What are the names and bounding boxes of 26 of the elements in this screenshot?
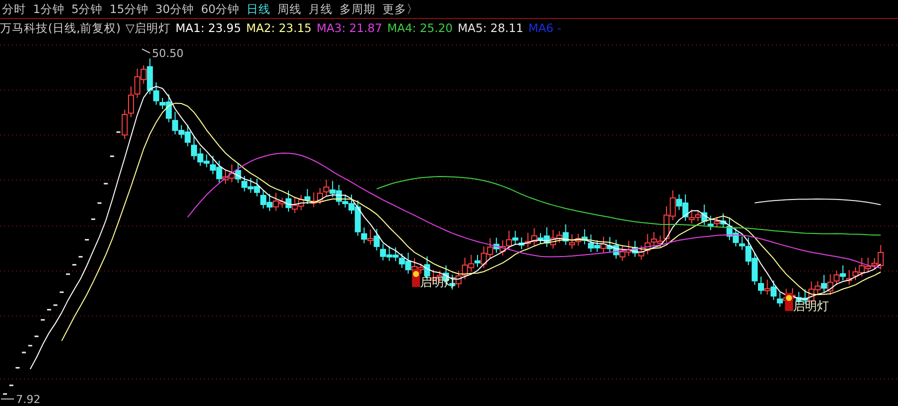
stock-title: 万马科技(日线,前复权) <box>0 20 121 37</box>
leader-line <box>0 398 14 400</box>
period-tab[interactable]: 分时 <box>2 0 31 18</box>
moving-average-reading: MA5: 28.11 <box>458 20 524 37</box>
signal-label: 启明灯 <box>793 299 829 313</box>
period-tab[interactable]: 日线 <box>246 0 276 18</box>
period-tab[interactable]: 15分钟 <box>110 0 154 18</box>
moving-average-reading: MA4: 25.20 <box>387 20 453 37</box>
moving-average-reading: MA6 - <box>528 20 562 37</box>
period-tab[interactable]: 30分钟 <box>155 0 199 18</box>
low-price-label: 7.92 <box>16 393 40 405</box>
period-tab[interactable]: 月线 <box>308 0 338 18</box>
period-tab[interactable]: 5分钟 <box>71 0 108 18</box>
signal-marker-icon <box>412 269 420 287</box>
high-price-label: 50.50 <box>152 47 184 60</box>
period-tab[interactable]: 更多〉 <box>382 0 424 18</box>
period-tab[interactable]: 60分钟 <box>200 0 245 18</box>
period-tab[interactable]: 周线 <box>278 0 307 18</box>
moving-average-reading: MA3: 21.87 <box>316 20 382 37</box>
period-tab[interactable]: 1分钟 <box>33 0 70 18</box>
moving-average-reading: MA1: 23.95 <box>176 20 242 37</box>
signal-marker-icon <box>785 293 793 311</box>
indicator-name: ▽启明灯 <box>126 20 170 37</box>
leader-line <box>142 48 150 54</box>
moving-average-reading: MA2: 23.15 <box>246 20 312 37</box>
period-tab[interactable]: 多周期 <box>340 0 381 18</box>
